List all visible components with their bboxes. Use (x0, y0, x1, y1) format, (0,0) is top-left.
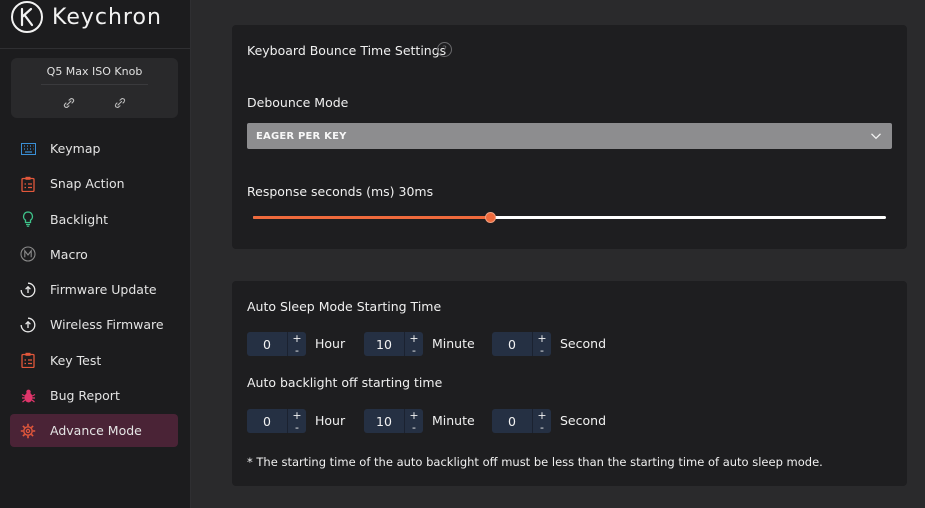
upload-circle-icon (20, 282, 36, 298)
brand-name: Keychron (52, 4, 162, 30)
sidebar-item-snap-action[interactable]: Snap Action (10, 167, 178, 200)
clipboard-icon (20, 352, 36, 369)
backlight-minute-input[interactable]: 10 (364, 409, 404, 433)
sleep-minute-input[interactable]: 10 (364, 332, 404, 356)
backlight-second-stepper[interactable]: 0 + - (492, 409, 551, 433)
sidebar-item-label: Backlight (50, 211, 109, 227)
device-name: Q5 Max ISO Knob (46, 65, 143, 78)
slider-thumb[interactable] (485, 212, 496, 223)
stepper-buttons: + - (532, 409, 551, 433)
second-label: Second (560, 413, 607, 428)
stepper-buttons: + - (532, 332, 551, 356)
minute-label: Minute (432, 336, 475, 351)
increment-button[interactable]: + (405, 332, 423, 344)
device-divider (41, 84, 148, 85)
sidebar-item-backlight[interactable]: Backlight (10, 203, 178, 236)
sidebar-item-key-test[interactable]: Key Test (10, 344, 178, 377)
hour-label: Hour (315, 413, 346, 428)
stepper-buttons: + - (404, 409, 423, 433)
sidebar-nav: Keymap Snap Action Backlight Macro Firmw… (10, 132, 178, 450)
increment-button[interactable]: + (288, 409, 306, 421)
stepper-buttons: + - (287, 409, 306, 433)
decrement-button[interactable]: - (533, 344, 551, 356)
sidebar-item-label: Keymap (50, 141, 101, 156)
sidebar-item-keymap[interactable]: Keymap (10, 132, 178, 165)
backlight-minute-stepper[interactable]: 10 + - (364, 409, 423, 433)
bug-icon (20, 388, 36, 404)
link-icon[interactable] (62, 96, 76, 110)
second-label: Second (560, 336, 607, 351)
sleep-second-input[interactable]: 0 (492, 332, 532, 356)
sidebar-item-label: Snap Action (50, 176, 125, 192)
debounce-title: Keyboard Bounce Time Settings (247, 43, 447, 58)
upload-circle-icon (20, 317, 36, 333)
unlink-icon[interactable] (113, 96, 127, 110)
sleep-hour-stepper[interactable]: 0 + - (247, 332, 306, 356)
backlight-second-input[interactable]: 0 (492, 409, 532, 433)
decrement-button[interactable]: - (405, 344, 423, 356)
sidebar-item-label: Advance Mode (50, 423, 142, 439)
sleep-title: Auto Sleep Mode Starting Time (247, 299, 442, 314)
chevron-down-icon (870, 130, 882, 142)
stepper-buttons: + - (287, 332, 306, 356)
keychron-logo-icon (10, 0, 44, 34)
sleep-minute-stepper[interactable]: 10 + - (364, 332, 423, 356)
sidebar-divider (0, 48, 191, 49)
bulb-icon (20, 211, 36, 227)
backlight-hour-stepper[interactable]: 0 + - (247, 409, 306, 433)
decrement-button[interactable]: - (533, 421, 551, 433)
increment-button[interactable]: + (533, 332, 551, 344)
increment-button[interactable]: + (288, 332, 306, 344)
decrement-button[interactable]: - (288, 421, 306, 433)
sleep-second-stepper[interactable]: 0 + - (492, 332, 551, 356)
sidebar-item-label: Wireless Firmware (50, 317, 164, 333)
macro-m-icon (20, 246, 36, 262)
response-slider[interactable] (253, 212, 886, 223)
stepper-buttons: + - (404, 332, 423, 356)
debounce-mode-label: Debounce Mode (247, 95, 349, 110)
sidebar-item-label: Macro (50, 246, 88, 262)
slider-fill (253, 216, 490, 219)
backlight-off-title: Auto backlight off starting time (247, 375, 443, 390)
sidebar-item-macro[interactable]: Macro (10, 238, 178, 271)
debounce-mode-select[interactable]: EAGER PER KEY (247, 123, 892, 149)
sidebar-item-firmware-update[interactable]: Firmware Update (10, 273, 178, 306)
debounce-mode-value: EAGER PER KEY (256, 130, 347, 142)
sidebar-item-label: Bug Report (50, 388, 120, 404)
decrement-button[interactable]: - (405, 421, 423, 433)
sidebar-item-bug-report[interactable]: Bug Report (10, 379, 178, 412)
device-card: Q5 Max ISO Knob (11, 58, 178, 118)
sidebar: Keychron Q5 Max ISO Knob Keymap Snap Act… (0, 0, 191, 508)
sleep-panel: Auto Sleep Mode Starting Time 0 + - Hour… (232, 281, 907, 486)
hour-label: Hour (315, 336, 346, 351)
response-label: Response seconds (ms) 30ms (247, 184, 434, 199)
gear-icon (20, 423, 36, 439)
decrement-button[interactable]: - (288, 344, 306, 356)
sidebar-item-label: Firmware Update (50, 282, 157, 298)
keyboard-icon (20, 141, 36, 157)
clipboard-icon (20, 176, 36, 192)
backlight-hour-input[interactable]: 0 (247, 409, 287, 433)
sidebar-item-advance-mode[interactable]: Advance Mode (10, 414, 178, 448)
increment-button[interactable]: + (533, 409, 551, 421)
help-icon[interactable]: ? (437, 42, 452, 57)
brand-logo: Keychron (10, 0, 162, 34)
sidebar-item-wireless-firmware[interactable]: Wireless Firmware (10, 308, 178, 341)
sleep-hour-input[interactable]: 0 (247, 332, 287, 356)
minute-label: Minute (432, 413, 475, 428)
sidebar-item-label: Key Test (50, 352, 102, 368)
footnote: * The starting time of the auto backligh… (247, 455, 823, 469)
debounce-panel: Keyboard Bounce Time Settings ? Debounce… (232, 25, 907, 249)
increment-button[interactable]: + (405, 409, 423, 421)
